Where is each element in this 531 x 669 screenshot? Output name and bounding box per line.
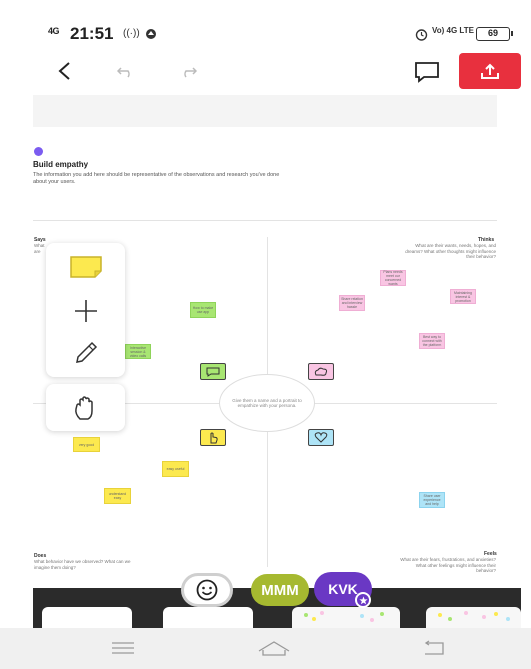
back-nav-button[interactable]	[413, 636, 453, 660]
section-title: Build empathy	[33, 160, 89, 169]
top-toolbar	[0, 50, 531, 95]
redo-button[interactable]	[176, 60, 200, 82]
persona-text: Give them a name and a portrait to empat…	[232, 397, 302, 409]
phone-screen: 4G 21:51 ((·)) Vo) 4G LTE 69 Build empat…	[0, 0, 531, 669]
comment-button[interactable]	[412, 59, 442, 85]
template-card[interactable]	[163, 607, 253, 628]
comment-stamp[interactable]	[200, 363, 226, 380]
star-icon	[358, 595, 368, 604]
speech-bubble-icon	[206, 367, 220, 377]
undo-icon	[117, 67, 130, 78]
pointing-hand-icon	[210, 432, 218, 443]
redo-icon	[184, 67, 197, 78]
upload-icon	[481, 63, 499, 79]
add-tool[interactable]	[46, 291, 125, 331]
quadrant-does-sub: What behavior have we observed? What can…	[34, 559, 131, 570]
signal-indicator: 4G	[48, 26, 60, 36]
reaction-button[interactable]	[181, 573, 233, 607]
participant-avatar[interactable]: MMM	[251, 574, 309, 606]
quadrant-thinks-sub: What are their wants, needs, hopes, and …	[405, 243, 496, 259]
sticky-note[interactable]: How to make use app	[190, 302, 216, 318]
recents-button[interactable]	[103, 636, 143, 660]
smiley-icon	[196, 579, 218, 601]
thought-bubble-icon	[314, 367, 328, 376]
back-button[interactable]	[52, 58, 78, 84]
section-badge	[34, 147, 43, 156]
sticky-note[interactable]: Maintaining interest & promotion	[450, 289, 476, 304]
sticky-note[interactable]: Share user experience and help	[419, 492, 445, 508]
tool-panel	[46, 243, 125, 377]
clock: 21:51	[70, 24, 114, 43]
volte-indicator: Vo) 4G LTE	[432, 26, 474, 35]
owner-badge	[355, 592, 371, 608]
sticky-note[interactable]: Best way to connect with the platform	[419, 333, 445, 349]
sticky-note[interactable]: understand easy	[104, 488, 131, 504]
sticky-note[interactable]: very good	[73, 437, 100, 452]
sticky-thumbnail-icon	[438, 611, 510, 621]
pen-tool[interactable]	[46, 333, 125, 373]
share-button[interactable]	[459, 53, 521, 89]
canvas-header-strip	[33, 95, 497, 127]
sticky-note-icon	[69, 256, 102, 278]
feeling-stamp[interactable]	[308, 429, 334, 446]
sticky-note[interactable]: easy useful	[162, 461, 189, 477]
status-bar: 4G 21:51 ((·)) Vo) 4G LTE 69	[0, 20, 531, 50]
menu-lines-icon	[112, 642, 134, 654]
undo-button[interactable]	[114, 60, 138, 82]
pencil-icon	[75, 341, 97, 363]
persona-circle[interactable]: Give them a name and a portrait to empat…	[219, 374, 315, 432]
action-stamp[interactable]	[200, 429, 226, 446]
home-button[interactable]	[254, 636, 294, 660]
sticky-note[interactable]: Plans needs meet our concerned wants	[380, 270, 406, 286]
wifi-icon: ((·))	[123, 28, 140, 39]
home-icon	[258, 641, 290, 656]
divider-top	[33, 220, 497, 221]
sticky-note-tool[interactable]	[46, 247, 125, 287]
section-description: The information you add here should be r…	[33, 172, 280, 185]
thought-stamp[interactable]	[308, 363, 334, 380]
battery-indicator: 69	[476, 27, 513, 41]
sticky-thumbnail-icon	[304, 611, 384, 622]
hand-tool[interactable]	[46, 384, 125, 431]
quadrant-feels-sub: What are their fears, frustrations, and …	[400, 557, 496, 573]
sticky-note[interactable]: Share relation and interview hassle	[339, 295, 365, 311]
back-arrow-icon	[58, 62, 70, 80]
plus-icon	[74, 300, 97, 322]
heart-icon	[314, 432, 328, 443]
hand-icon	[74, 395, 93, 420]
return-icon	[424, 640, 444, 655]
system-nav-bar	[0, 628, 531, 669]
template-card[interactable]	[42, 607, 132, 628]
template-card[interactable]	[292, 607, 400, 628]
app-notification-icon	[145, 28, 157, 43]
comment-icon	[415, 62, 439, 83]
template-card[interactable]	[426, 607, 521, 628]
sticky-note[interactable]: Interactive session & video calls	[125, 344, 151, 359]
alarm-icon	[415, 28, 428, 44]
